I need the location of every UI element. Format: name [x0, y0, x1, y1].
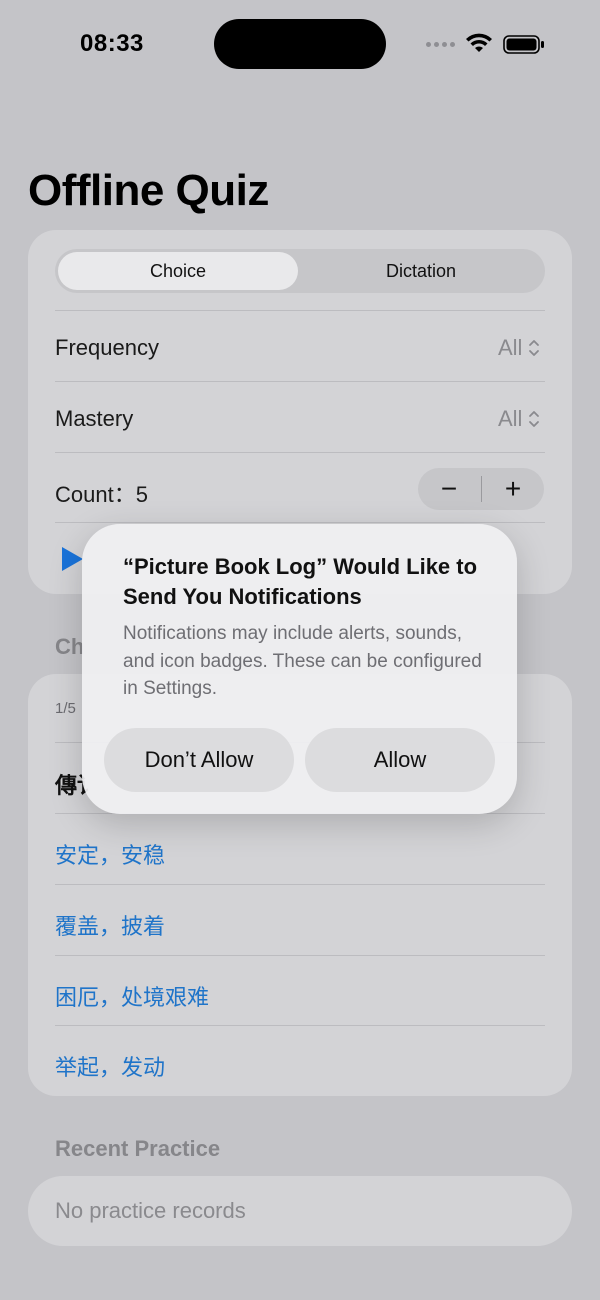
divider	[55, 452, 545, 453]
wifi-icon	[466, 33, 492, 52]
mode-segmented-control[interactable]: Choice Dictation	[55, 249, 545, 293]
frequency-label: Frequency	[55, 335, 159, 360]
tab-dictation[interactable]: Dictation	[300, 252, 542, 290]
signal-dots-icon	[426, 42, 455, 47]
answer-option[interactable]: 覆盖，披着	[55, 909, 165, 941]
status-time: 08:33	[80, 30, 144, 57]
alert-title: “Picture Book Log” Would Like to Send Yo…	[123, 554, 478, 609]
mastery-label: Mastery	[55, 406, 134, 431]
play-icon[interactable]	[60, 546, 84, 572]
battery-icon	[503, 35, 544, 54]
count-label: Count：	[55, 482, 136, 507]
divider	[55, 310, 545, 311]
allow-button[interactable]: Allow	[305, 728, 495, 792]
divider	[55, 1025, 545, 1026]
frequency-value: All	[498, 335, 523, 360]
recent-practice-header: Recent Practice	[55, 1136, 221, 1161]
dont-allow-button[interactable]: Don’t Allow	[104, 728, 294, 792]
answer-option[interactable]: 举起，发动	[55, 1050, 165, 1082]
answer-option[interactable]: 困厄，处境艰难	[55, 980, 209, 1012]
tab-choice[interactable]: Choice	[58, 252, 298, 290]
divider	[55, 522, 545, 523]
count-stepper[interactable]: − +	[418, 468, 544, 510]
mastery-picker[interactable]: All	[498, 406, 540, 432]
dynamic-island	[214, 19, 386, 69]
divider	[55, 381, 545, 382]
answer-option[interactable]: 安定，安稳	[55, 838, 165, 870]
updown-chevron-icon	[529, 340, 540, 356]
increment-button[interactable]: +	[482, 468, 544, 510]
question-progress: 1/5	[55, 700, 76, 717]
decrement-button[interactable]: −	[418, 468, 480, 510]
mastery-value: All	[498, 406, 523, 431]
choice-section-header: Ch	[55, 634, 85, 659]
alert-message: Notifications may include alerts, sounds…	[123, 623, 482, 699]
divider	[55, 955, 545, 956]
page-title: Offline Quiz	[28, 166, 269, 215]
updown-chevron-icon	[529, 411, 540, 427]
divider	[55, 884, 545, 885]
count-value: 5	[135, 482, 148, 507]
empty-state-text: No practice records	[55, 1198, 246, 1223]
notification-permission-alert: “Picture Book Log” Would Like to Send Yo…	[82, 524, 517, 814]
frequency-picker[interactable]: All	[498, 335, 540, 361]
count-row: Count：5	[55, 477, 148, 509]
